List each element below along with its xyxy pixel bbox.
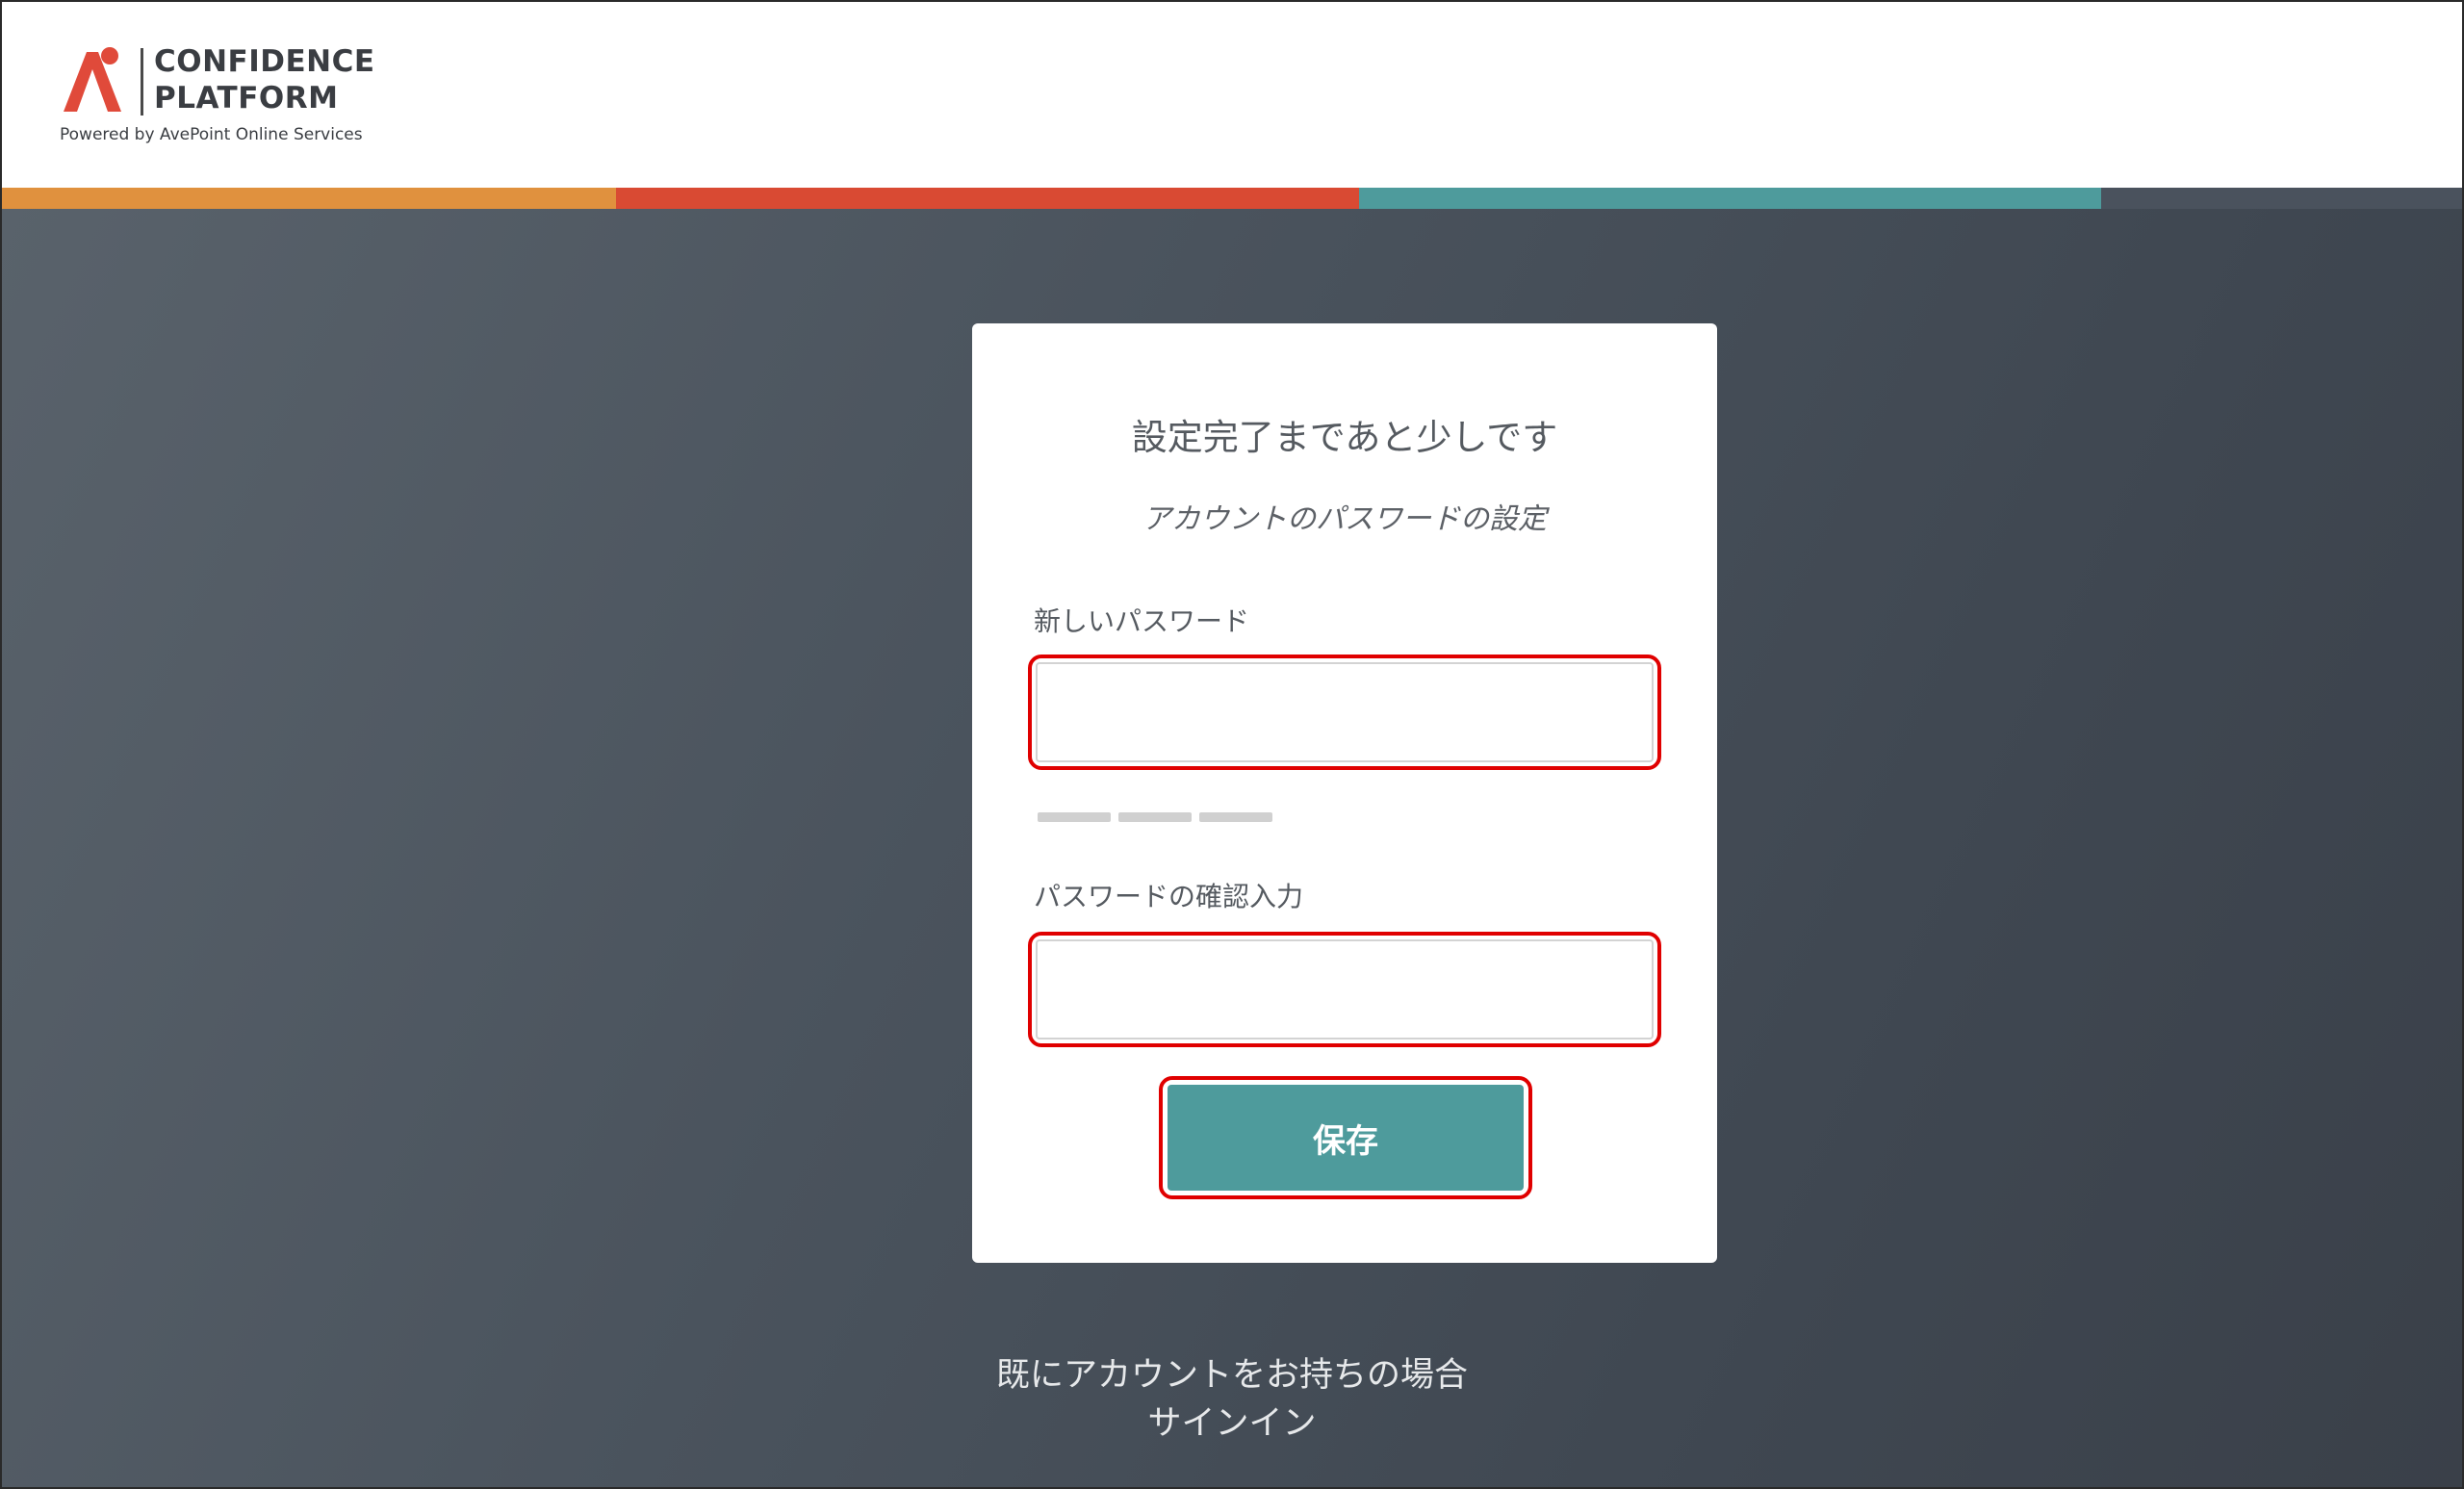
existing-account-text: 既にアカウントをお持ちの場合 bbox=[995, 1356, 1468, 1395]
password-setup-card: 設定完了まであと少しです アカウントのパスワードの設定 新しいパスワード パスワ… bbox=[972, 323, 1717, 1263]
stripe-segment-red bbox=[616, 188, 1359, 209]
save-button[interactable]: 保存 bbox=[1168, 1085, 1524, 1191]
strength-bar-1 bbox=[1038, 812, 1111, 822]
password-strength-meter bbox=[1038, 812, 1272, 822]
brand-name-line1: CONFIDENCE bbox=[154, 44, 375, 79]
avepoint-logo-icon bbox=[64, 47, 121, 112]
brand-logo: CONFIDENCE PLATFORM Powered by AvePoint … bbox=[58, 44, 404, 160]
confirm-password-label: パスワードの確認入力 bbox=[1034, 881, 1304, 912]
stripe-segment-orange bbox=[2, 188, 616, 209]
confirm-password-input[interactable] bbox=[1036, 939, 1654, 1040]
new-password-label: 新しいパスワード bbox=[1034, 605, 1250, 637]
brand-name-line2: PLATFORM bbox=[154, 81, 339, 116]
card-subtitle: アカウントのパスワードの設定 bbox=[1142, 502, 1547, 536]
header: CONFIDENCE PLATFORM Powered by AvePoint … bbox=[2, 2, 2462, 187]
confirm-password-highlight bbox=[1028, 932, 1661, 1047]
page-frame: CONFIDENCE PLATFORM Powered by AvePoint … bbox=[0, 0, 2464, 1489]
brand-color-stripe bbox=[2, 188, 2462, 209]
save-button-highlight: 保存 bbox=[1159, 1076, 1532, 1199]
signin-link[interactable]: サインイン bbox=[2, 1396, 2462, 1445]
card-title: 設定完了まであと少しです bbox=[1131, 417, 1558, 458]
new-password-input[interactable] bbox=[1036, 662, 1654, 762]
strength-bar-2 bbox=[1118, 812, 1192, 822]
powered-by-text: Powered by AvePoint Online Services bbox=[60, 125, 363, 144]
logo-divider bbox=[141, 48, 143, 116]
strength-bar-3 bbox=[1199, 812, 1272, 822]
new-password-highlight bbox=[1028, 655, 1661, 770]
stripe-segment-teal bbox=[1359, 188, 2101, 209]
stripe-segment-slate bbox=[2101, 188, 2462, 209]
